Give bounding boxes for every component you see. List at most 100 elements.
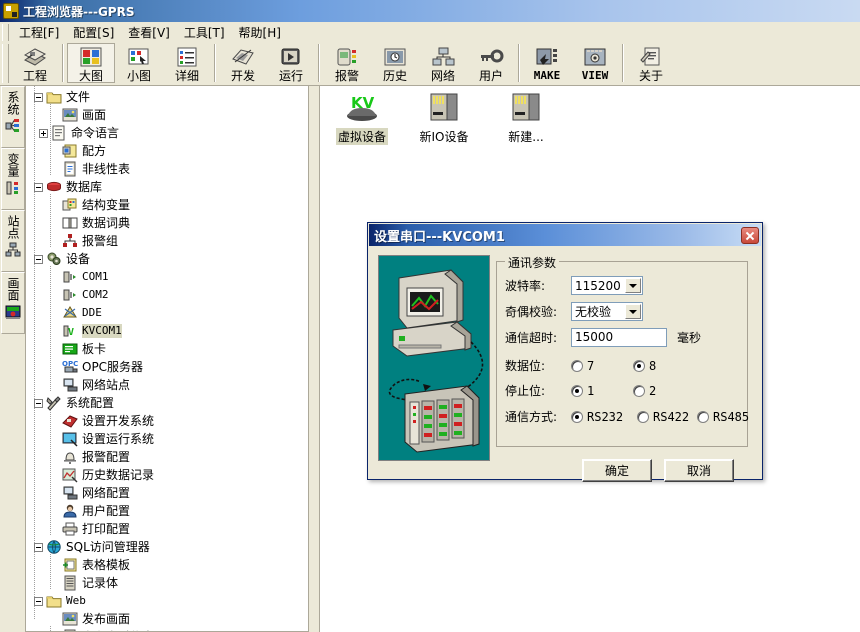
grid-item-label: 新IO设备 — [418, 128, 471, 145]
tree-node-net-station[interactable]: 网络站点 — [30, 376, 308, 394]
expander-minus-icon[interactable] — [34, 597, 43, 606]
toolbar-button-history[interactable]: 历史 — [371, 43, 419, 83]
tree-node-nonlinear-table[interactable]: 非线性表 — [30, 160, 308, 178]
grid-item-new-device[interactable]: 新建... — [492, 92, 560, 145]
large-icons-icon — [78, 46, 104, 68]
stop-bits-radio-2[interactable]: 2 — [633, 384, 656, 398]
tree-node-com2[interactable]: COM2 — [30, 286, 308, 304]
tree-label: 历史数据记录 — [82, 468, 154, 482]
toolbar-button-small-icons[interactable]: 小图 — [115, 43, 163, 83]
tree-node-print-config[interactable]: 打印配置 — [30, 520, 308, 538]
tree-node-run-settings[interactable]: 设置运行系统 — [30, 430, 308, 448]
tree-node-device[interactable]: 设备 — [30, 250, 308, 268]
device-icon — [46, 251, 62, 267]
comm-mode-radio-rs485[interactable]: RS485 — [697, 410, 749, 424]
project-tree-panel[interactable]: 文件 画面 命令语言 — [26, 86, 309, 632]
menu-item-view[interactable]: 查看[V] — [121, 22, 177, 43]
toolbar-button-project[interactable]: 工程 — [11, 43, 59, 83]
baud-rate-select[interactable]: 115200 — [571, 276, 643, 295]
run-settings-icon — [62, 431, 78, 447]
timeout-input[interactable]: 15000 — [571, 328, 667, 347]
vertical-tab-screen[interactable]: 画面 — [1, 272, 25, 334]
toolbar-button-user[interactable]: 用户 — [467, 43, 515, 83]
stop-bits-radio-1[interactable]: 1 — [571, 384, 633, 398]
comm-mode-radio-rs232[interactable]: RS232 — [571, 410, 637, 424]
vertical-tab-station[interactable]: 站点 — [1, 210, 25, 272]
menu-item-tools[interactable]: 工具[T] — [177, 22, 232, 43]
tree-node-sql-manager[interactable]: SQL访问管理器 — [30, 538, 308, 556]
tree-node-publish-realtime[interactable]: 发布实时信息 — [30, 628, 308, 632]
toolbar-button-network[interactable]: 网络 — [419, 43, 467, 83]
tree-node-kvcom1[interactable]: V KVCOM1 — [30, 322, 308, 340]
comm-mode-radio-rs422[interactable]: RS422 — [637, 410, 697, 424]
toolbar-button-large-icons[interactable]: 大图 — [67, 43, 115, 83]
menu-item-project[interactable]: 工程[F] — [12, 22, 66, 43]
grid-item-virtual-device[interactable]: KV 虚拟设备 — [328, 92, 396, 145]
cancel-button[interactable]: 取消 — [664, 459, 734, 482]
toolbar-button-about[interactable]: 关于 — [627, 43, 675, 83]
picture-icon — [62, 107, 78, 123]
tree-node-opc-server[interactable]: OPC OPC服务器 — [30, 358, 308, 376]
toolbar-button-view[interactable]: VIEW — [571, 43, 619, 83]
tree-label: 报警组 — [82, 234, 118, 248]
menu-item-config[interactable]: 配置[S] — [66, 22, 121, 43]
tree-node-system-config[interactable]: 系统配置 — [30, 394, 308, 412]
tree-node-com1[interactable]: COM1 — [30, 268, 308, 286]
tree-node-alarm-group[interactable]: 报警组 — [30, 232, 308, 250]
tree-node-record[interactable]: 记录体 — [30, 574, 308, 592]
tree-node-user-config[interactable]: 用户配置 — [30, 502, 308, 520]
menu-item-help[interactable]: 帮助[H] — [232, 22, 288, 43]
chevron-down-icon[interactable] — [625, 278, 641, 293]
toolbar-button-make[interactable]: MAKE — [523, 43, 571, 83]
parity-value: 无校验 — [572, 303, 611, 320]
tree-node-recipe[interactable]: 配方 — [30, 142, 308, 160]
vertical-tab-label-system: 系统 — [7, 91, 19, 115]
tree-label: 用户配置 — [82, 504, 130, 518]
toolbar-button-run[interactable]: 运行 — [267, 43, 315, 83]
tree-label: Web — [66, 594, 86, 608]
toolbar-separator-4 — [518, 44, 520, 82]
grid-item-new-io-device[interactable]: 新IO设备 — [410, 92, 478, 145]
tree-label: 文件 — [66, 90, 90, 104]
tree-node-command-language[interactable]: 命令语言 — [30, 124, 308, 142]
close-icon[interactable] — [741, 227, 759, 244]
toolbar-button-alarm[interactable]: 报警 — [323, 43, 371, 83]
run-icon — [278, 46, 304, 68]
tree-node-dde[interactable]: DDE — [30, 304, 308, 322]
tree-label: 数据库 — [66, 180, 102, 194]
tree-node-picture[interactable]: 画面 — [30, 106, 308, 124]
tree-node-struct-variable[interactable]: 结构变量 — [30, 196, 308, 214]
menu-bar-grip[interactable] — [2, 24, 9, 41]
toolbar-button-develop[interactable]: 开发 — [219, 43, 267, 83]
tree-node-history-data[interactable]: 历史数据记录 — [30, 466, 308, 484]
expander-minus-icon[interactable] — [34, 93, 43, 102]
expander-minus-icon[interactable] — [34, 183, 43, 192]
expander-minus-icon[interactable] — [34, 543, 43, 552]
vertical-tab-system[interactable]: 系统 — [1, 86, 25, 148]
data-bits-radio-8[interactable]: 8 — [633, 359, 656, 373]
data-bits-radio-7[interactable]: 7 — [571, 359, 633, 373]
tree-node-database[interactable]: 数据库 — [30, 178, 308, 196]
chevron-down-icon[interactable] — [625, 304, 641, 319]
ok-button[interactable]: 确定 — [582, 459, 652, 482]
tree-node-table-template[interactable]: 表格模板 — [30, 556, 308, 574]
tree-node-dev-settings[interactable]: 设置开发系统 — [30, 412, 308, 430]
toolbar-grip[interactable] — [2, 44, 9, 83]
expander-minus-icon[interactable] — [34, 399, 43, 408]
tree-node-files[interactable]: 文件 — [30, 88, 308, 106]
panel-splitter[interactable] — [309, 86, 319, 632]
expander-plus-icon[interactable] — [39, 129, 48, 138]
toolbar-button-details[interactable]: 详细 — [163, 43, 211, 83]
tree-node-alarm-config[interactable]: 报警配置 — [30, 448, 308, 466]
virtual-device-icon: KV — [343, 92, 381, 126]
tree-node-publish-picture[interactable]: 发布画面 — [30, 610, 308, 628]
parity-select[interactable]: 无校验 — [571, 302, 643, 321]
tree-node-board-card[interactable]: 板卡 — [30, 340, 308, 358]
tree-label: 设置运行系统 — [82, 432, 154, 446]
tree-node-network-config[interactable]: 网络配置 — [30, 484, 308, 502]
tree-node-web[interactable]: Web — [30, 592, 308, 610]
vertical-tab-variable[interactable]: 变量 — [1, 148, 25, 210]
tree-node-data-dictionary[interactable]: 数据词典 — [30, 214, 308, 232]
tree-label: 系统配置 — [66, 396, 114, 410]
expander-minus-icon[interactable] — [34, 255, 43, 264]
